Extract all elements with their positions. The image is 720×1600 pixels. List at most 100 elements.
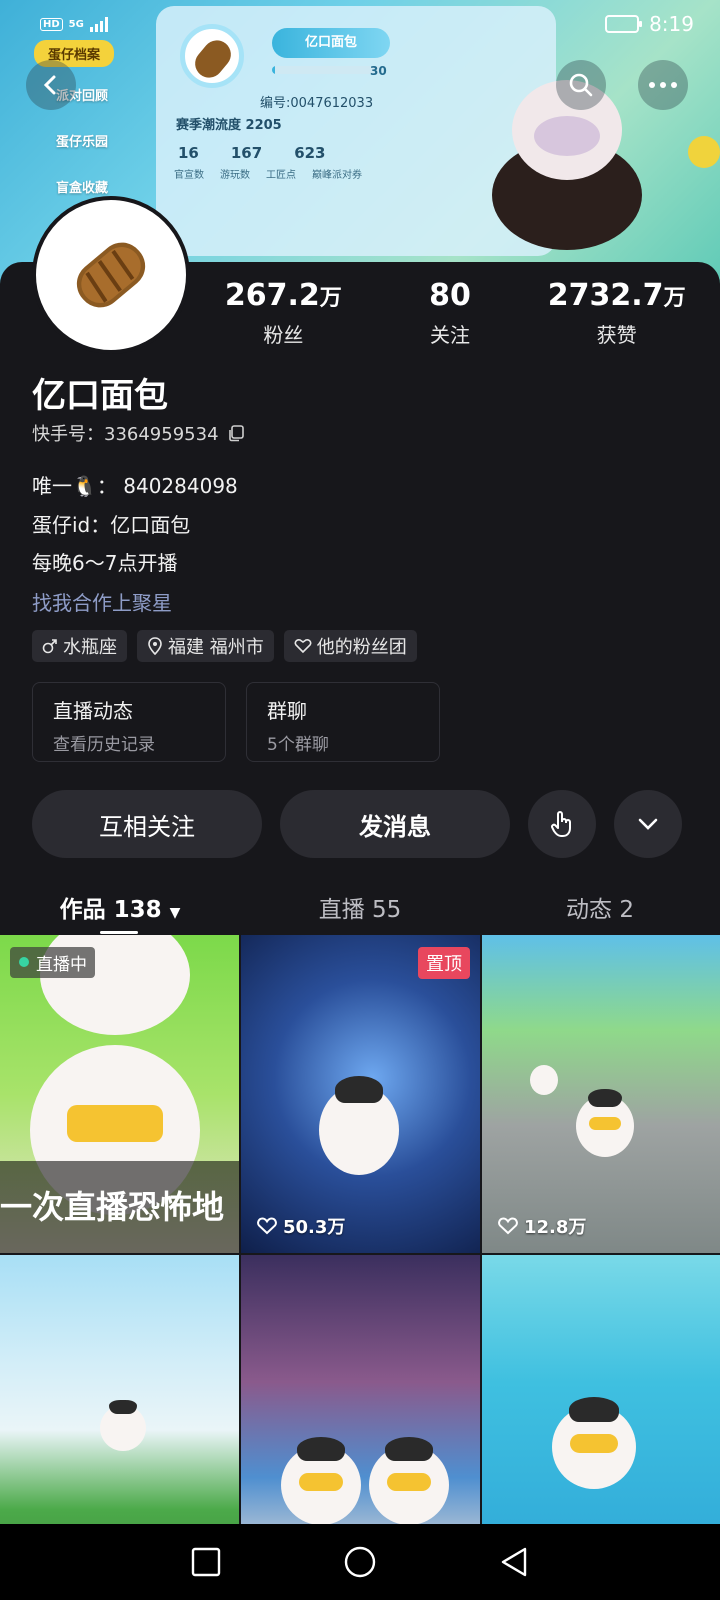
group-chat-box[interactable]: 群聊 5个群聊: [246, 682, 440, 762]
stream-schedule: 每晚6～7点开播: [32, 551, 178, 575]
box-title: 群聊: [267, 699, 307, 723]
following-stat[interactable]: 80 关注: [367, 278, 534, 348]
game-level: 30: [370, 64, 387, 78]
tag-zodiac[interactable]: 水瓶座: [32, 630, 127, 662]
male-icon: [42, 639, 57, 654]
heart-badge-icon: [294, 639, 312, 654]
followers-label: 粉丝: [263, 323, 304, 347]
banner-menu-park: 蛋仔乐园: [56, 135, 109, 150]
likes-label: 获赞: [596, 323, 637, 347]
clock: 8:19: [649, 12, 694, 36]
game-stat-label: 工匠点: [266, 170, 296, 181]
unique-line: 唯一🐧： 840284098: [32, 474, 238, 498]
content-tabs: 作品 138 ▼ 直播 55 动态 2: [0, 880, 720, 936]
hd-indicator: HD: [40, 17, 63, 31]
poke-button[interactable]: [528, 790, 596, 858]
likes-unit: 万: [663, 286, 686, 311]
tab-underline: [100, 931, 138, 934]
decoration-orb: [688, 136, 720, 168]
tab-moments[interactable]: 动态 2: [480, 880, 720, 936]
system-nav-bar: [0, 1524, 720, 1600]
kuaishou-id-row: 快手号：3364959534: [32, 420, 245, 446]
tag-label: 福建 福州市: [168, 637, 264, 658]
game-stat-label: 官宣数: [174, 170, 204, 181]
tab-label: 作品 138: [59, 897, 162, 923]
live-badge: 直播中: [10, 947, 95, 978]
box-title: 直播动态: [53, 699, 133, 723]
location-icon: [148, 637, 162, 655]
tab-label: 直播 55: [318, 897, 402, 923]
hand-tap-icon: [551, 811, 571, 837]
video-thumbnail[interactable]: 置顶 50.3万: [241, 935, 480, 1253]
bread-avatar-icon: [76, 242, 146, 308]
eggy-id: 蛋仔id：亿口面包: [32, 513, 191, 537]
heart-outline-icon: [257, 1217, 277, 1235]
game-stat-value: 16: [178, 144, 199, 162]
pinned-badge: 置顶: [418, 947, 470, 979]
tab-live[interactable]: 直播 55: [240, 880, 480, 936]
box-subtitle: 5个群聊: [267, 735, 329, 755]
banner-menu-blindbox: 盲盒收藏: [56, 181, 109, 196]
game-stat-label: 巅峰派对券: [312, 170, 362, 181]
likes-count: 2732.7: [547, 278, 664, 313]
home-icon[interactable]: [343, 1545, 377, 1579]
thumbnail-caption: 一次直播恐怖地: [0, 1161, 239, 1253]
tag-location[interactable]: 福建 福州市: [137, 630, 274, 662]
kuaishou-id: 快手号：3364959534: [32, 424, 219, 445]
likes-count: 50.3万: [283, 1217, 346, 1238]
game-stat-value: 167: [230, 144, 263, 162]
likes-stat[interactable]: 2732.7万 获赞: [533, 278, 700, 348]
caret-down-icon: ▼: [169, 905, 181, 921]
season-trend: 赛季潮流度 2205: [176, 118, 282, 133]
profile-actions: 互相关注 发消息: [32, 790, 682, 858]
back-button[interactable]: [26, 60, 76, 110]
cooperation-link[interactable]: 找我合作上聚星: [32, 587, 172, 616]
more-button[interactable]: [638, 60, 688, 110]
level-progress-bar: [272, 66, 382, 74]
network-indicator: 5G: [68, 18, 84, 30]
recent-apps-icon[interactable]: [191, 1547, 221, 1577]
tab-works[interactable]: 作品 138 ▼: [0, 880, 240, 936]
back-triangle-icon[interactable]: [499, 1546, 529, 1578]
tab-label: 动态 2: [566, 897, 634, 923]
followers-unit: 万: [319, 286, 342, 311]
profile-tags: 水瓶座 福建 福州市 他的粉丝团: [32, 630, 417, 662]
likes-count: 12.8万: [524, 1217, 587, 1238]
followers-count: 267.2: [224, 278, 320, 313]
following-count: 80: [429, 278, 471, 313]
tag-label: 他的粉丝团: [316, 637, 407, 658]
more-dots-icon: [649, 82, 677, 88]
search-icon: [569, 73, 593, 97]
signal-icon: [89, 17, 108, 32]
chevron-down-icon: [638, 818, 658, 830]
feature-boxes: 直播动态 查看历史记录 群聊 5个群聊: [32, 682, 440, 762]
following-label: 关注: [430, 323, 470, 347]
game-stats: 16 167 623: [178, 144, 326, 162]
heart-outline-icon: [498, 1217, 518, 1235]
profile-avatar[interactable]: [32, 196, 190, 354]
status-bar: HD 5G 8:19: [0, 0, 720, 48]
game-stat-labels: 官宣数 游玩数 工匠点 巅峰派对券: [174, 166, 362, 181]
game-stat-value: 623: [294, 144, 326, 162]
mutual-follow-button[interactable]: 互相关注: [32, 790, 262, 858]
back-arrow-icon: [43, 75, 56, 95]
video-likes: 50.3万: [257, 1213, 345, 1239]
video-grid: 直播中 一次直播恐怖地 置顶 50.3万 12.8万: [0, 935, 720, 1573]
message-button[interactable]: 发消息: [280, 790, 510, 858]
box-subtitle: 查看历史记录: [53, 735, 155, 755]
live-history-box[interactable]: 直播动态 查看历史记录: [32, 682, 226, 762]
video-likes: 12.8万: [498, 1213, 586, 1239]
video-thumbnail[interactable]: 直播中 一次直播恐怖地: [0, 935, 239, 1253]
profile-nickname: 亿口面包: [32, 376, 168, 416]
search-button[interactable]: [556, 60, 606, 110]
mascot-image: [492, 80, 642, 260]
expand-button[interactable]: [614, 790, 682, 858]
tag-fan-group[interactable]: 他的粉丝团: [283, 630, 417, 662]
tag-label: 水瓶座: [63, 637, 117, 658]
profile-stats: 267.2万 粉丝 80 关注 2732.7万 获赞: [200, 278, 700, 348]
copy-icon[interactable]: [227, 424, 245, 442]
battery-icon: [605, 15, 643, 33]
game-id: 编号:0047612033: [260, 96, 374, 111]
followers-stat[interactable]: 267.2万 粉丝: [200, 278, 367, 348]
video-thumbnail[interactable]: 12.8万: [482, 935, 720, 1253]
